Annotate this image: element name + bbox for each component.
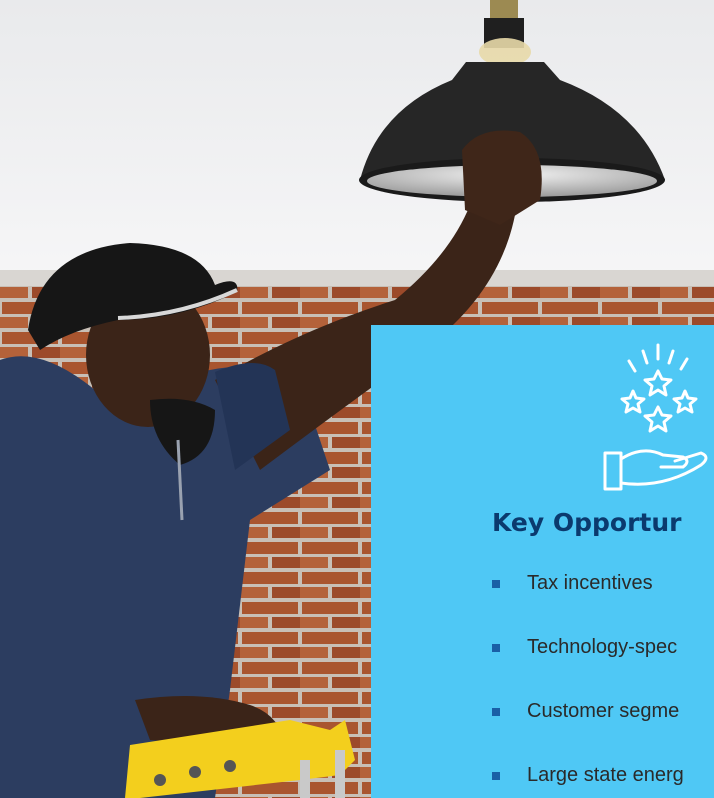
bullet-marker xyxy=(492,644,500,652)
list-item-label: Technology-spec xyxy=(527,636,678,658)
list-item-label: Large state energ xyxy=(527,764,684,786)
key-opportunities-panel: Key Opportur Tax incentives Technology-s… xyxy=(371,325,714,798)
bullet-marker xyxy=(492,772,500,780)
hand-with-stars-icon xyxy=(603,343,708,491)
bullet-marker xyxy=(492,580,500,588)
bullet-marker xyxy=(492,708,500,716)
list-item-label: Customer segme xyxy=(527,700,680,722)
list-item-label: Tax incentives xyxy=(527,572,653,594)
panel-title: Key Opportur xyxy=(492,508,682,537)
slide: Key Opportur Tax incentives Technology-s… xyxy=(0,0,714,798)
